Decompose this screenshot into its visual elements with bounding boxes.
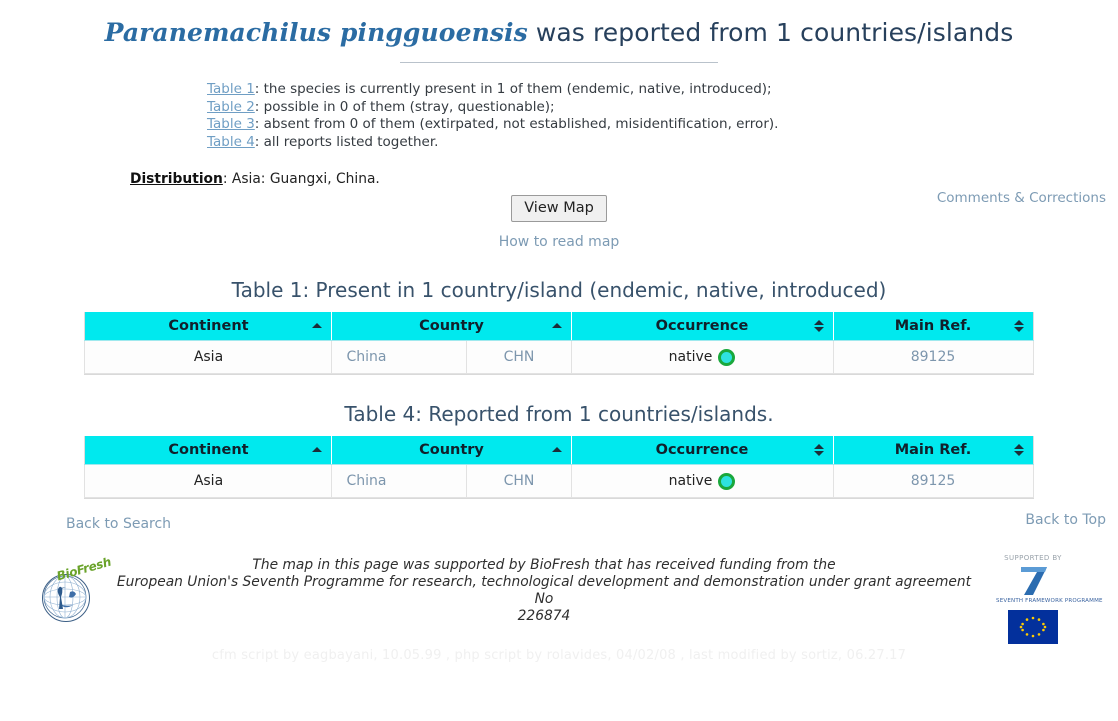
table-4-header-row: Continent Country Occurrence Main Ref. xyxy=(84,436,1034,465)
distribution-table-1: Continent Country Occurrence Main Ref. A… xyxy=(84,312,1034,374)
sort-asc-icon[interactable] xyxy=(551,319,562,333)
footer-navigation: Back to Search Back to Top xyxy=(0,512,1118,550)
table-4-col-country-label: Country xyxy=(419,442,484,458)
table-1-occurrence-label: native xyxy=(668,349,713,365)
fp7-seven-icon xyxy=(996,563,1070,597)
page-title: Paranemachilus pingguoensis was reported… xyxy=(0,18,1118,48)
table-1-col-continent-label: Continent xyxy=(168,318,249,334)
sort-both-icon[interactable] xyxy=(813,443,824,457)
table-legend: Table 1: the species is currently presen… xyxy=(207,81,1118,151)
funding-line-2: European Union's Seventh Programme for r… xyxy=(116,574,972,607)
occurrence-status-icon xyxy=(718,472,736,490)
eu-flag-icon xyxy=(1008,609,1058,644)
eu-flag-graphic xyxy=(1008,609,1058,644)
funding-line-1: The map in this page was supported by Bi… xyxy=(252,557,836,573)
sort-both-icon[interactable] xyxy=(1013,319,1024,333)
legend-row-4: Table 4: all reports listed together. xyxy=(207,134,1118,152)
table-1-col-main-ref[interactable]: Main Ref. xyxy=(832,312,1034,341)
legend-link-table-3[interactable]: Table 3 xyxy=(207,116,255,132)
table-4-cell-continent: Asia xyxy=(84,464,333,498)
table-1-col-main-ref-label: Main Ref. xyxy=(894,318,972,334)
occurrence-status-icon xyxy=(718,348,736,366)
back-to-search-link[interactable]: Back to Search xyxy=(66,516,171,532)
distribution-label: Distribution xyxy=(130,171,223,187)
back-to-top-link[interactable]: Back to Top xyxy=(1025,512,1106,528)
legend-row-3: Table 3: absent from 0 of them (extirpat… xyxy=(207,116,1118,134)
title-divider xyxy=(400,62,718,63)
eu-fp7-logo: SUPPORTED BY SEVENTH FRAMEWORK PROGRAMME xyxy=(996,554,1103,644)
page-header: Paranemachilus pingguoensis was reported… xyxy=(0,0,1118,63)
supported-by-label: SUPPORTED BY xyxy=(1004,554,1062,562)
table-1-cell-country[interactable]: China xyxy=(331,340,468,374)
table-1-col-occurrence[interactable]: Occurrence xyxy=(570,312,834,341)
table-4-col-country[interactable]: Country xyxy=(331,436,572,465)
fp7-seven-graphic xyxy=(1021,567,1047,595)
legend-row-1: Table 1: the species is currently presen… xyxy=(207,81,1118,99)
sort-both-icon[interactable] xyxy=(1013,443,1024,457)
legend-text-1: : the species is currently present in 1 … xyxy=(254,81,772,97)
table-1-cell-occurrence: native xyxy=(570,340,834,374)
script-credits: cfm script by eagbayani, 10.05.99 , php … xyxy=(211,648,907,663)
table-row: Asia China CHN native 89125 xyxy=(84,464,1034,498)
legend-text-4: : all reports listed together. xyxy=(254,133,439,150)
table-1-col-country[interactable]: Country xyxy=(331,312,572,341)
table-4-caption: Table 4: Reported from 1 countries/islan… xyxy=(344,402,774,426)
sort-both-icon[interactable] xyxy=(813,319,824,333)
comments-and-corrections-link[interactable]: Comments & Corrections xyxy=(937,190,1106,206)
legend-link-table-2[interactable]: Table 2 xyxy=(207,99,255,115)
funding-line-3: 226874 xyxy=(517,608,571,624)
distribution-line: Distribution: Asia: Guangxi, China. xyxy=(130,171,1118,187)
distribution-value: : Asia: Guangxi, China. xyxy=(222,171,380,187)
legend-link-table-1[interactable]: Table 1 xyxy=(207,81,255,97)
table-1-header-row: Continent Country Occurrence Main Ref. xyxy=(84,312,1034,341)
table-4-cell-country-code[interactable]: CHN xyxy=(466,464,572,498)
sort-asc-icon[interactable] xyxy=(312,319,323,333)
table-4-cell-occurrence: native xyxy=(570,464,834,498)
table-1-caption: Table 1: Present in 1 country/island (en… xyxy=(231,278,887,302)
table-row: Asia China CHN native 89125 xyxy=(84,340,1034,374)
table-4-col-continent[interactable]: Continent xyxy=(84,436,333,465)
table-4-col-occurrence[interactable]: Occurrence xyxy=(570,436,834,465)
legend-row-2: Table 2: possible in 0 of them (stray, q… xyxy=(207,99,1118,117)
funding-credit-band: BioFresh The map in this page was suppor… xyxy=(0,552,1118,644)
how-to-read-map-link[interactable]: How to read map xyxy=(0,234,1118,250)
table-1-col-continent[interactable]: Continent xyxy=(84,312,333,341)
sort-asc-icon[interactable] xyxy=(551,443,562,457)
table-4-col-main-ref[interactable]: Main Ref. xyxy=(832,436,1034,465)
biofresh-logo: BioFresh xyxy=(36,555,113,622)
distribution-table-4: Continent Country Occurrence Main Ref. A… xyxy=(84,436,1034,498)
table-1-col-occurrence-label: Occurrence xyxy=(655,318,749,334)
biofresh-wordmark: BioFresh xyxy=(55,554,113,584)
table-4-cell-main-ref[interactable]: 89125 xyxy=(832,464,1034,498)
sort-asc-icon[interactable] xyxy=(312,443,323,457)
page-title-rest: was reported from 1 countries/islands xyxy=(527,18,1014,47)
table-4-cell-country[interactable]: China xyxy=(331,464,468,498)
table-1-cell-country-code[interactable]: CHN xyxy=(466,340,572,374)
table-1-cell-continent: Asia xyxy=(84,340,333,374)
fp7-caption: SEVENTH FRAMEWORK PROGRAMME xyxy=(996,598,1103,604)
legend-link-table-4[interactable]: Table 4 xyxy=(207,134,255,150)
table-1-col-country-label: Country xyxy=(419,318,484,334)
table-4-occurrence-label: native xyxy=(668,473,713,489)
table-1-cell-main-ref[interactable]: 89125 xyxy=(832,340,1034,374)
legend-text-2: : possible in 0 of them (stray, question… xyxy=(254,98,555,115)
legend-text-3: : absent from 0 of them (extirpated, not… xyxy=(254,116,779,132)
table-4-col-occurrence-label: Occurrence xyxy=(655,442,749,458)
page-root: Paranemachilus pingguoensis was reported… xyxy=(0,0,1118,721)
table-4-col-continent-label: Continent xyxy=(168,442,249,458)
funding-statement: The map in this page was supported by Bi… xyxy=(108,557,980,625)
table-4-col-main-ref-label: Main Ref. xyxy=(894,442,972,458)
view-map-button[interactable]: View Map xyxy=(511,195,607,222)
species-name: Paranemachilus pingguoensis xyxy=(104,18,528,47)
